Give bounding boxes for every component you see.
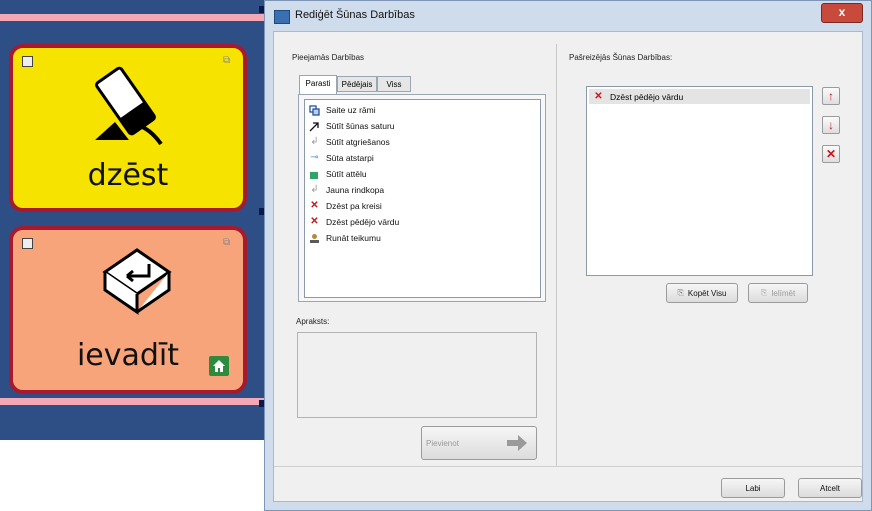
list-item-label: Sūtīt šūnas saturu xyxy=(326,121,395,131)
delete-icon: ✕ xyxy=(825,147,837,161)
enter-key-icon xyxy=(102,248,172,315)
cell-label: dzēst xyxy=(87,158,169,193)
window-icon xyxy=(274,10,290,24)
list-item[interactable]: Sūtīt šūnas saturu xyxy=(309,119,395,133)
copy-icon: ⧉ xyxy=(223,237,231,248)
list-item[interactable]: ↲ Jauna rindkopa xyxy=(309,183,384,197)
arrow-right-icon xyxy=(506,434,528,454)
paragraph-icon: ↲ xyxy=(310,184,319,195)
list-item[interactable]: Sūtīt attēlu xyxy=(309,167,367,181)
cell-select-icon xyxy=(22,238,33,249)
tab-viss[interactable]: Viss xyxy=(377,76,411,92)
description-label: Apraksts: xyxy=(296,317,330,326)
description-box xyxy=(297,332,537,418)
cell-dzest[interactable]: ⧉ dzēst xyxy=(9,44,247,212)
remove-button[interactable]: ✕ xyxy=(822,145,840,163)
ok-button[interactable]: Labi xyxy=(721,478,785,498)
list-item[interactable]: ↲ Sūtīt atgriešanos xyxy=(309,135,390,149)
list-item-label: Saite uz rāmi xyxy=(326,105,376,115)
delete-word-icon: ✕ xyxy=(310,216,319,227)
list-item-label: Sūtīt attēlu xyxy=(326,169,367,179)
add-button[interactable]: Pievienot xyxy=(421,426,537,460)
list-item-label: Jauna rindkopa xyxy=(326,185,385,195)
return-icon: ↲ xyxy=(310,136,319,147)
divider xyxy=(556,44,557,466)
list-item[interactable]: ⊸ Sūta atstarpi xyxy=(309,151,374,165)
list-item-label: Dzēst pēdējo vārdu xyxy=(610,91,684,102)
divider xyxy=(274,466,862,467)
close-button[interactable]: x xyxy=(821,3,863,23)
eraser-icon xyxy=(95,66,163,146)
image-icon xyxy=(309,169,320,180)
current-actions-list[interactable]: ✕ Dzēst pēdējo vārdu xyxy=(586,86,813,276)
add-button-label: Pievienot xyxy=(426,438,459,448)
dialog-title: Rediģēt Šūnas Darbības xyxy=(295,9,415,21)
copy-icon: ⎘ xyxy=(677,288,684,297)
home-icon xyxy=(209,356,229,376)
list-item-label: Dzēst pa kreisi xyxy=(326,201,382,211)
list-item[interactable]: ✕ Dzēst pēdējo vārdu xyxy=(589,89,810,104)
available-actions-list[interactable]: Saite uz rāmi Sūtīt šūnas saturu ↲ Sūtīt… xyxy=(304,99,541,298)
tab-parasti[interactable]: Parasti xyxy=(299,75,337,94)
copy-all-label: Kopēt Visu xyxy=(687,288,727,298)
link-frame-icon xyxy=(309,104,320,116)
current-actions-label: Pašreizējās Šūnas Darbības: xyxy=(569,53,673,62)
divider-strip xyxy=(0,398,275,405)
cell-select-icon xyxy=(22,56,33,67)
title-bar[interactable]: Rediģēt Šūnas Darbības x xyxy=(265,1,871,31)
move-up-button[interactable]: ↑ xyxy=(822,87,840,105)
cancel-button[interactable]: Atcelt xyxy=(798,478,862,498)
paste-label: Ielīmēt xyxy=(771,288,796,298)
copy-icon: ⧉ xyxy=(223,55,231,66)
space-icon: ⊸ xyxy=(310,152,319,163)
cell-ievadit[interactable]: ⧉ ievadīt xyxy=(9,226,247,394)
move-down-button[interactable]: ↓ xyxy=(822,116,840,134)
divider-strip xyxy=(0,14,275,21)
paste-button[interactable]: ⎘ Ielīmēt xyxy=(748,283,808,303)
tab-panel: Saite uz rāmi Sūtīt šūnas saturu ↲ Sūtīt… xyxy=(298,94,546,302)
list-item[interactable]: ✕ Dzēst pa kreisi xyxy=(309,199,382,213)
list-item-label: Runāt teikumu xyxy=(326,233,381,243)
paste-icon: ⎘ xyxy=(760,288,768,297)
list-item-label: Sūtīt atgriešanos xyxy=(326,137,390,147)
speak-icon xyxy=(309,233,320,244)
list-item[interactable]: Saite uz rāmi xyxy=(309,103,376,117)
list-item-label: Dzēst pēdējo vārdu xyxy=(326,217,400,227)
arrow-down-icon: ↓ xyxy=(828,118,834,132)
arrow-diagonal-icon xyxy=(309,121,320,132)
dialog-body: Pieejamās Darbības Parasti Pēdējais Viss… xyxy=(273,31,863,502)
copy-all-button[interactable]: ⎘ Kopēt Visu xyxy=(666,283,738,303)
list-item[interactable]: ✕ Dzēst pēdējo vārdu xyxy=(309,215,399,229)
available-actions-label: Pieejamās Darbības xyxy=(292,53,365,62)
list-item-label: Sūta atstarpi xyxy=(326,153,374,163)
tab-pedejais[interactable]: Pēdējais xyxy=(337,76,377,92)
arrow-up-icon: ↑ xyxy=(828,89,834,103)
list-item[interactable]: Runāt teikumu xyxy=(309,231,381,245)
delete-left-icon: ✕ xyxy=(310,200,319,211)
delete-word-icon: ✕ xyxy=(594,90,603,102)
edit-cell-actions-dialog: Rediģēt Šūnas Darbības x Pieejamās Darbī… xyxy=(264,0,872,511)
